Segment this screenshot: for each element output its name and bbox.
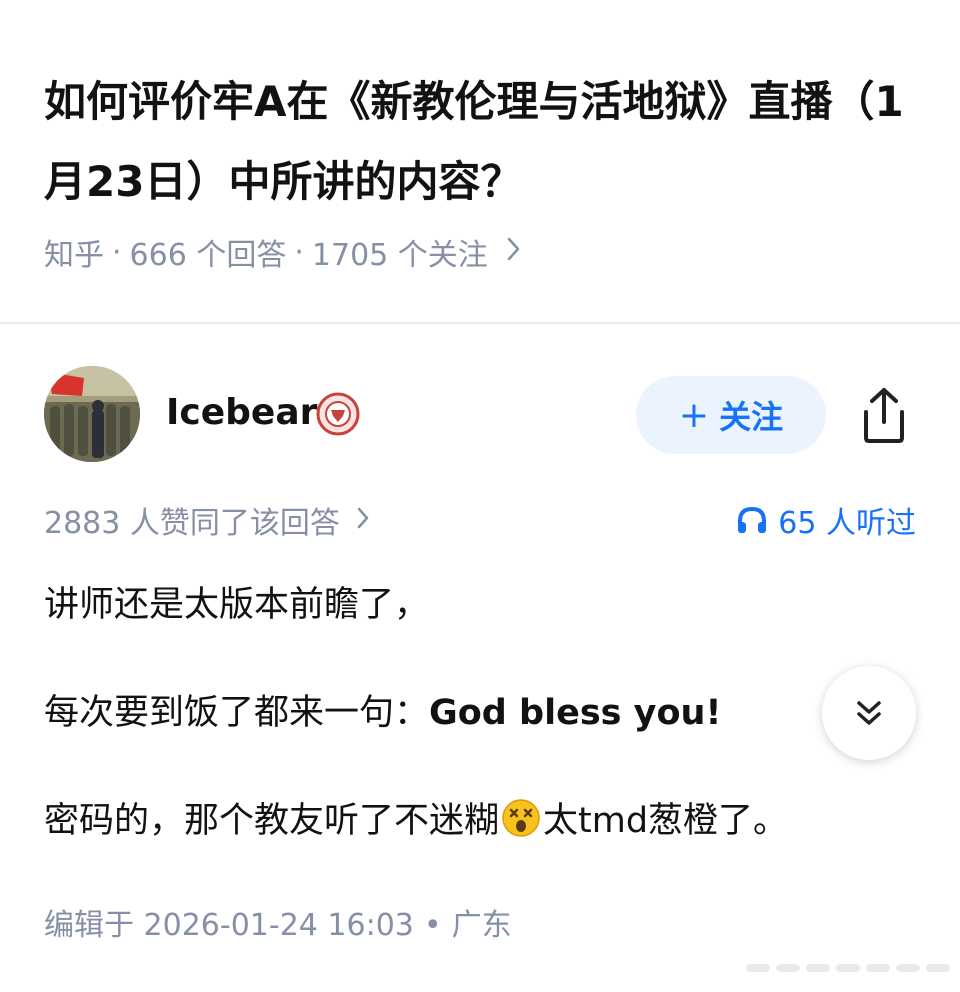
- follow-button[interactable]: + 关注: [636, 376, 826, 454]
- listen-button[interactable]: 65 人听过: [736, 496, 916, 544]
- meta-separator: •: [423, 908, 442, 943]
- paragraph-text: 密码的，那个教友听了不迷糊: [44, 801, 500, 841]
- answer-count: 666 个回答: [129, 238, 287, 273]
- avatar[interactable]: [44, 366, 140, 462]
- section-divider: [0, 322, 960, 324]
- source-label: 知乎: [44, 238, 104, 273]
- question-title[interactable]: 如何评价牢A在《新教伦理与活地狱》直播（1月23日）中所讲的内容？: [44, 62, 904, 222]
- location: 广东: [451, 908, 512, 943]
- answer-paragraph: 每次要到饭了都来一句：God bless you!: [44, 684, 721, 735]
- edit-meta: 编辑于 2026-01-24 16:03 • 广东: [44, 900, 512, 944]
- author-name[interactable]: Icebear: [166, 392, 317, 433]
- question-meta[interactable]: 知乎 · 666 个回答 · 1705 个关注: [44, 228, 522, 276]
- listen-count: 65 人听过: [778, 506, 916, 541]
- share-icon[interactable]: [856, 386, 912, 444]
- answer-paragraph: 讲师还是太版本前瞻了，: [44, 576, 429, 627]
- chevron-right-icon: [356, 503, 370, 538]
- paragraph-text: 每次要到饭了都来一句：: [44, 693, 430, 733]
- author-row: Icebear + 关注: [44, 366, 924, 466]
- voteup-count[interactable]: 2883 人赞同了该回答: [44, 498, 340, 542]
- headphones-icon: [738, 506, 767, 533]
- paragraph-text: 讲师还是太版本前瞻了，: [44, 585, 430, 625]
- answer-paragraph: 密码的，那个教友听了不迷糊 太tmd葱橙了。: [44, 792, 788, 843]
- double-chevron-down-icon: [857, 701, 881, 725]
- meta-separator: ·: [112, 234, 122, 270]
- plus-icon: +: [678, 394, 710, 436]
- follow-label: 关注: [719, 398, 784, 436]
- edit-time: 编辑于 2026-01-24 16:03: [44, 908, 414, 943]
- voteup-row: 2883 人赞同了该回答 65 人听过: [44, 496, 916, 544]
- watermark: [746, 964, 950, 974]
- collapse-button[interactable]: [822, 666, 916, 760]
- chevron-right-icon: [506, 235, 522, 270]
- shield-badge-icon: [316, 392, 360, 436]
- paragraph-text: 太tmd葱橙了。: [543, 801, 789, 841]
- dizzy-face-emoji-icon: [501, 798, 541, 838]
- meta-separator: ·: [294, 234, 304, 270]
- follower-count: 1705 个关注: [311, 238, 488, 273]
- bold-text: God bless you!: [429, 693, 722, 733]
